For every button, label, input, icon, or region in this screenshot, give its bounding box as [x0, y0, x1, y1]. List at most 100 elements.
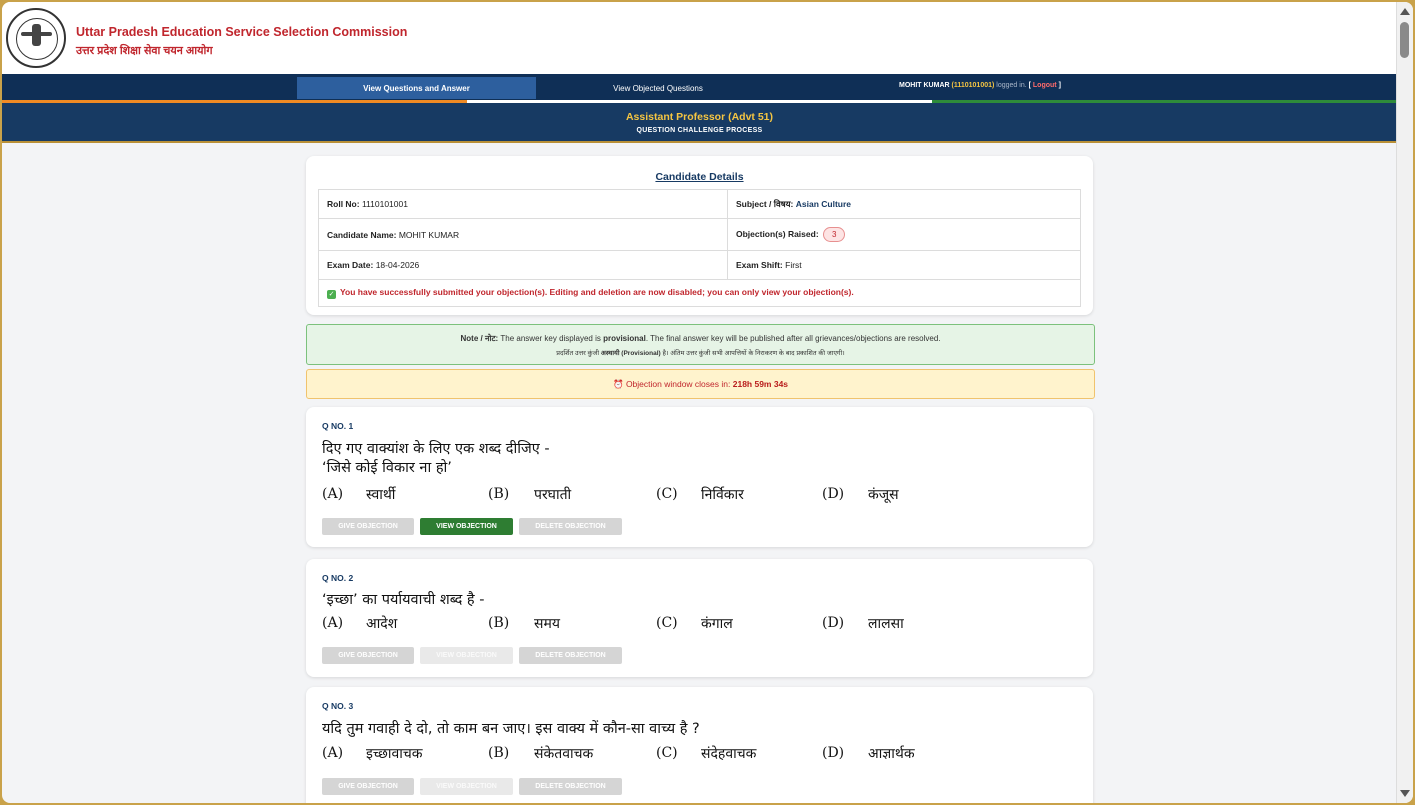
option-text: कंगाल [701, 616, 733, 632]
org-name-hindi: उत्तर प्रदेश शिक्षा सेवा चयन आयोग [76, 45, 213, 57]
note-english: Note / नोट: The answer key displayed is … [307, 333, 1094, 344]
objections-cell: Objection(s) Raised: 3 [727, 218, 1081, 251]
tab-view-objected[interactable]: View Objected Questions [538, 77, 778, 99]
option-text: कंजूस [868, 487, 899, 503]
question-card: Q NO. 2 ‘इच्छा’ का पर्यायवाची शब्द है - … [306, 559, 1093, 677]
org-name-english: Uttar Pradesh Education Service Selectio… [76, 25, 408, 39]
question-card: Q NO. 1 दिए गए वाक्यांश के लिए एक शब्द द… [306, 407, 1093, 547]
question-text: यदि तुम गवाही दे दो, तो काम बन जाए। इस व… [322, 721, 700, 737]
option-text: संकेतवाचक [534, 746, 594, 762]
provisional-key-note: Note / नोट: The answer key displayed is … [306, 324, 1095, 365]
objections-label: Objection(s) Raised: [736, 229, 819, 239]
option-text: आज्ञार्थक [868, 746, 915, 762]
objection-timer: ⏰ Objection window closes in: 218h 59m 3… [306, 369, 1095, 399]
exam-title: Assistant Professor (Advt 51) [625, 111, 774, 123]
option-key: (C) [656, 745, 678, 761]
commission-logo-icon [6, 8, 66, 68]
option-text: परघाती [534, 487, 572, 503]
view-objection-button[interactable]: VIEW OBJECTION [420, 647, 513, 664]
subject-label: Subject / विषय: [736, 198, 794, 209]
delete-objection-button[interactable]: DELETE OBJECTION [519, 518, 622, 535]
success-message-cell: ✓ You have successfully submitted your ob… [318, 279, 1081, 307]
vertical-scrollbar[interactable] [1396, 2, 1413, 803]
question-card: Q NO. 3 यदि तुम गवाही दे दो, तो काम बन ज… [306, 687, 1093, 803]
option-text: समय [534, 616, 560, 632]
logout-bracket-open: [ [1028, 82, 1031, 89]
question-text: ‘इच्छा’ का पर्यायवाची शब्द है - [322, 592, 485, 608]
view-objection-button[interactable]: VIEW OBJECTION [420, 518, 513, 535]
roll-cell: Roll No: 1110101001 [318, 189, 728, 219]
table-row: ✓ You have successfully submitted your ob… [318, 279, 1081, 307]
candidate-details-heading: Candidate Details [655, 171, 744, 183]
success-message: You have successfully submitted your obj… [340, 287, 854, 297]
exam-shift-value: First [785, 260, 802, 270]
option-key: (C) [656, 615, 678, 631]
checkbox-checked-icon: ✓ [327, 290, 336, 299]
table-row: Candidate Name: MOHIT KUMAR Objection(s)… [318, 218, 1081, 251]
delete-objection-button[interactable]: DELETE OBJECTION [519, 778, 622, 795]
note-hi-pre: प्रदर्शित उत्तर कुंजी [556, 350, 600, 357]
candidate-details-card: Candidate Details Roll No: 1110101001 Su… [306, 156, 1093, 315]
candidate-details-table: Roll No: 1110101001 Subject / विषय: Asia… [318, 189, 1081, 307]
exam-subtitle: QUESTION CHALLENGE PROCESS [636, 127, 763, 134]
scrollbar-thumb[interactable] [1400, 22, 1409, 58]
roll-label: Roll No: [327, 199, 360, 209]
option-key: (B) [488, 486, 510, 502]
option-key: (A) [322, 615, 344, 631]
scroll-up-icon[interactable] [1400, 8, 1410, 15]
name-label: Candidate Name: [327, 229, 397, 240]
note-en-post: . The final answer key will be published… [645, 334, 941, 343]
option-key: (D) [822, 745, 845, 761]
option-text: लालसा [868, 616, 904, 632]
note-en-bold: provisional [603, 334, 646, 343]
note-en-pre: The answer key displayed is [500, 334, 601, 343]
option-text: निर्विकार [701, 487, 744, 503]
question-number: Q NO. 2 [322, 573, 354, 583]
scroll-down-icon[interactable] [1400, 790, 1410, 797]
logout-bracket-close: ] [1058, 82, 1061, 89]
give-objection-button[interactable]: GIVE OBJECTION [322, 778, 414, 795]
note-hi-bold: अस्थायी (Provisional) [600, 350, 661, 357]
exam-shift-cell: Exam Shift: First [727, 250, 1081, 280]
user-name: MOHIT KUMAR [899, 82, 950, 89]
note-hi-post: है। अंतिम उत्तर कुंजी सभी आपत्तियों के न… [662, 350, 845, 357]
roll-value: 1110101001 [361, 199, 408, 209]
subject-value: Asian Culture [795, 198, 852, 209]
exam-shift-label: Exam Shift: [736, 260, 783, 270]
option-key: (C) [656, 486, 678, 502]
question-text: दिए गए वाक्यांश के लिए एक शब्द दीजिए - [322, 441, 550, 457]
user-id: (1110101001) [951, 82, 995, 89]
logged-in-status: MOHIT KUMAR (1110101001) logged in. [ Lo… [899, 82, 1061, 89]
give-objection-button[interactable]: GIVE OBJECTION [322, 647, 414, 664]
option-text: संदेहवाचक [701, 746, 757, 762]
give-objection-button[interactable]: GIVE OBJECTION [322, 518, 414, 535]
option-key: (A) [322, 745, 344, 761]
exam-date-label: Exam Date: [327, 260, 374, 270]
exam-banner: Assistant Professor (Advt 51) QUESTION C… [2, 103, 1397, 143]
note-hindi: प्रदर्शित उत्तर कुंजी अस्थायी (Provision… [307, 348, 1094, 357]
browser-viewport: Uttar Pradesh Education Service Selectio… [2, 2, 1413, 803]
timer-value: 218h 59m 34s [732, 379, 789, 389]
option-key: (D) [822, 486, 845, 502]
question-number: Q NO. 1 [322, 421, 354, 431]
option-key: (D) [822, 615, 845, 631]
main-nav: View Questions and Answer View Objected … [2, 74, 1397, 103]
subject-cell: Subject / विषय: Asian Culture [727, 189, 1081, 219]
option-text: इच्छावाचक [366, 746, 423, 762]
logout-link[interactable]: Logout [1033, 82, 1057, 89]
exam-date-value: 18-04-2026 [375, 260, 420, 270]
option-text: आदेश [366, 616, 398, 632]
alarm-clock-icon: ⏰ [612, 379, 624, 389]
note-label: Note / नोट: [460, 334, 499, 343]
tab-view-questions[interactable]: View Questions and Answer [297, 77, 536, 99]
objections-count-badge: 3 [823, 227, 846, 242]
option-key: (B) [488, 615, 510, 631]
option-text: स्वार्थी [366, 487, 396, 503]
question-text-line2: ‘जिसे कोई विकार ना हो’ [322, 460, 452, 476]
name-cell: Candidate Name: MOHIT KUMAR [318, 218, 728, 251]
view-objection-button[interactable]: VIEW OBJECTION [420, 778, 513, 795]
option-key: (A) [322, 486, 344, 502]
delete-objection-button[interactable]: DELETE OBJECTION [519, 647, 622, 664]
option-key: (B) [488, 745, 510, 761]
question-number: Q NO. 3 [322, 701, 354, 711]
